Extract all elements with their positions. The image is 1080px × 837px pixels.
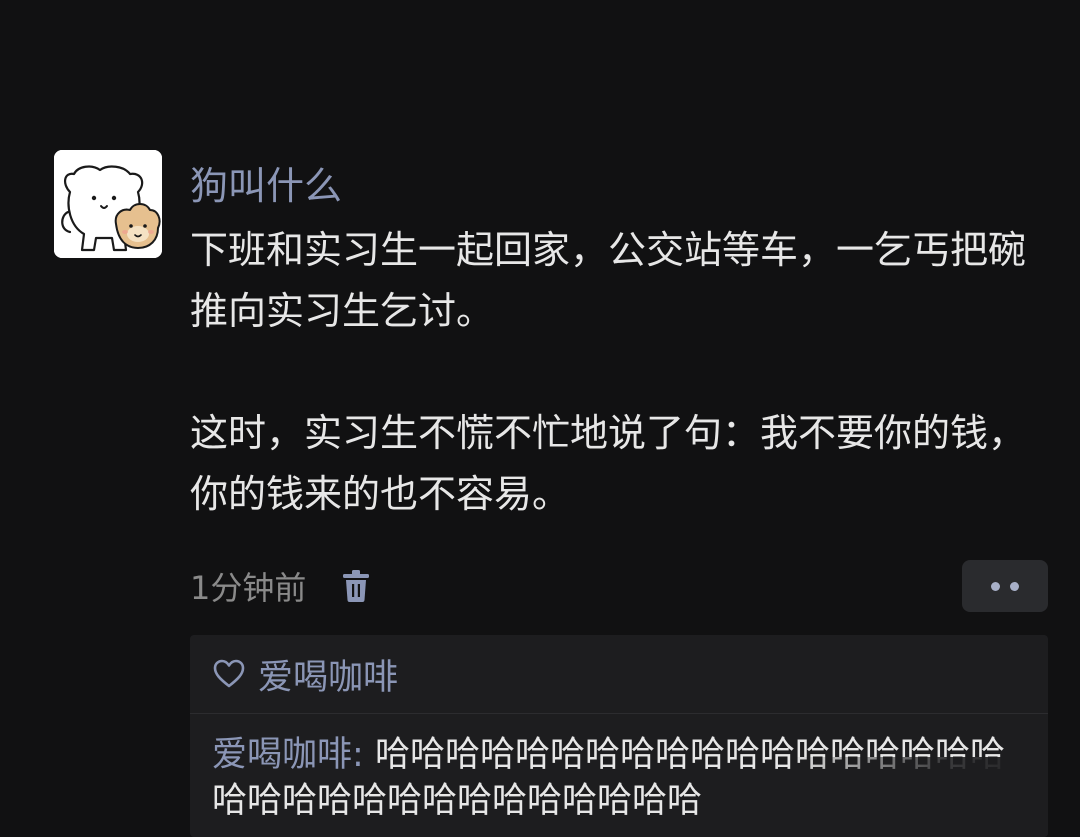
post-content: 下班和实习生一起回家，公交站等车，一乞丐把碗推向实习生乞讨。 这时，实习生不慌不… xyxy=(190,220,1030,525)
post-paragraph: 下班和实习生一起回家，公交站等车，一乞丐把碗推向实习生乞讨。 xyxy=(190,228,1027,333)
more-dot xyxy=(991,581,1000,591)
more-dot xyxy=(1010,581,1019,591)
post-meta: 1分钟前 xyxy=(190,558,372,614)
cartoon-dog-avatar-icon xyxy=(54,150,162,258)
liker-name[interactable]: 爱喝咖啡 xyxy=(258,649,398,700)
more-dots-button[interactable] xyxy=(962,560,1048,612)
heart-icon xyxy=(213,659,245,688)
author-name[interactable]: 狗叫什么 xyxy=(190,158,342,214)
timestamp: 1分钟前 xyxy=(190,569,307,607)
comment-panel: 爱喝咖啡 爱喝咖啡: 哈哈哈哈哈哈哈哈哈哈哈哈哈哈哈哈哈哈哈哈哈哈哈哈哈哈哈哈哈… xyxy=(190,635,1048,837)
delete-button[interactable] xyxy=(340,568,372,604)
post-paragraph: 这时，实习生不慌不忙地说了句：我不要你的钱，你的钱来的也不容易。 xyxy=(190,411,1027,516)
trash-icon xyxy=(343,570,370,602)
comment-author[interactable]: 爱喝咖啡 xyxy=(212,735,352,775)
moment-post: 狗叫什么 下班和实习生一起回家，公交站等车，一乞丐把碗推向实习生乞讨。 这时，实… xyxy=(0,0,1080,837)
comment-item[interactable]: 爱喝咖啡: 哈哈哈哈哈哈哈哈哈哈哈哈哈哈哈哈哈哈哈哈哈哈哈哈哈哈哈哈哈哈哈哈 xyxy=(190,714,1048,824)
avatar[interactable] xyxy=(54,150,162,258)
comment-separator: : xyxy=(352,735,375,775)
likes-row: 爱喝咖啡 xyxy=(190,635,1048,714)
